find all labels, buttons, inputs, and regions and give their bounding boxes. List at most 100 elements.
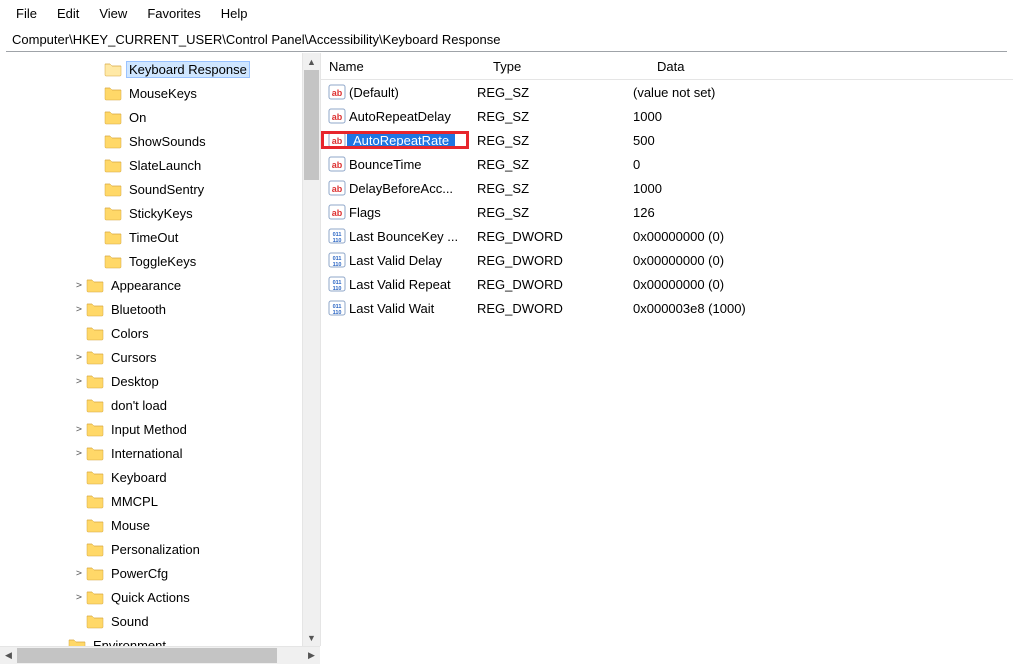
menu-help[interactable]: Help <box>211 4 258 23</box>
expand-icon[interactable]: > <box>72 280 86 291</box>
value-name-cell: 011110Last BounceKey ... <box>321 227 469 245</box>
tree-item[interactable]: >Input Method <box>0 417 302 441</box>
value-name-label: Last Valid Repeat <box>347 276 453 293</box>
folder-icon <box>104 109 122 125</box>
expand-icon[interactable]: > <box>72 352 86 363</box>
tree-item[interactable]: TimeOut <box>0 225 302 249</box>
value-row[interactable]: ab(Default)REG_SZ(value not set) <box>321 80 1013 104</box>
tree-vertical-scrollbar[interactable]: ▲ ▼ <box>302 53 320 646</box>
tree-item[interactable]: >Appearance <box>0 273 302 297</box>
svg-text:ab: ab <box>332 136 343 146</box>
value-name-label: (Default) <box>347 84 401 101</box>
value-name-cell: ab(Default) <box>321 83 469 101</box>
tree-item[interactable]: Keyboard Response <box>0 57 302 81</box>
tree-item[interactable]: SoundSentry <box>0 177 302 201</box>
tree-item[interactable]: Sound <box>0 609 302 633</box>
menu-file[interactable]: File <box>6 4 47 23</box>
reg-string-icon: ab <box>327 83 347 101</box>
menu-favorites[interactable]: Favorites <box>137 4 210 23</box>
scroll-thumb[interactable] <box>304 70 319 180</box>
value-type-cell: REG_SZ <box>469 181 625 196</box>
svg-text:ab: ab <box>332 208 343 218</box>
menu-edit[interactable]: Edit <box>47 4 89 23</box>
tree-item[interactable]: Keyboard <box>0 465 302 489</box>
scroll-right-arrow-icon[interactable]: ▶ <box>303 647 320 664</box>
tree-item[interactable]: ShowSounds <box>0 129 302 153</box>
tree-item[interactable]: Environment <box>0 633 302 646</box>
expand-icon[interactable]: > <box>72 448 86 459</box>
tree-item-label: Personalization <box>108 541 203 558</box>
tree-horizontal-scrollbar[interactable]: ◀ ▶ <box>0 646 320 664</box>
tree-item[interactable]: don't load <box>0 393 302 417</box>
tree-item-label: MouseKeys <box>126 85 200 102</box>
column-header-name[interactable]: Name <box>321 59 485 74</box>
value-row[interactable]: abFlagsREG_SZ126 <box>321 200 1013 224</box>
value-row[interactable]: abAutoRepeatDelayREG_SZ1000 <box>321 104 1013 128</box>
folder-icon <box>86 469 104 485</box>
value-data-cell: 0x00000000 (0) <box>625 277 1013 292</box>
value-data-cell: 0x000003e8 (1000) <box>625 301 1013 316</box>
tree-item-label: Mouse <box>108 517 153 534</box>
tree-item-label: ToggleKeys <box>126 253 199 270</box>
reg-dword-icon: 011110 <box>327 299 347 317</box>
folder-icon <box>86 277 104 293</box>
value-name-cell: abBounceTime <box>321 155 469 173</box>
svg-text:ab: ab <box>332 160 343 170</box>
value-row[interactable]: 011110Last Valid RepeatREG_DWORD0x000000… <box>321 272 1013 296</box>
folder-icon <box>86 421 104 437</box>
tree-item[interactable]: >PowerCfg <box>0 561 302 585</box>
folder-icon <box>104 85 122 101</box>
menu-view[interactable]: View <box>89 4 137 23</box>
value-row[interactable]: abDelayBeforeAcc...REG_SZ1000 <box>321 176 1013 200</box>
tree-item[interactable]: >Desktop <box>0 369 302 393</box>
list-header[interactable]: Name Type Data <box>321 53 1013 80</box>
expand-icon[interactable]: > <box>72 568 86 579</box>
tree-item[interactable]: >Cursors <box>0 345 302 369</box>
value-row[interactable]: abBounceTimeREG_SZ0 <box>321 152 1013 176</box>
tree-item[interactable]: MouseKeys <box>0 81 302 105</box>
tree-item[interactable]: StickyKeys <box>0 201 302 225</box>
address-bar[interactable]: Computer\HKEY_CURRENT_USER\Control Panel… <box>6 28 1007 52</box>
folder-icon <box>104 205 122 221</box>
tree-item[interactable]: Mouse <box>0 513 302 537</box>
value-name-cell: abDelayBeforeAcc... <box>321 179 469 197</box>
folder-icon <box>86 613 104 629</box>
tree-item-label: SoundSentry <box>126 181 207 198</box>
tree-item-label: TimeOut <box>126 229 181 246</box>
value-row[interactable]: 011110Last Valid DelayREG_DWORD0x0000000… <box>321 248 1013 272</box>
expand-icon[interactable]: > <box>72 424 86 435</box>
value-row[interactable]: 011110Last BounceKey ...REG_DWORD0x00000… <box>321 224 1013 248</box>
value-type-cell: REG_DWORD <box>469 277 625 292</box>
scroll-up-arrow-icon[interactable]: ▲ <box>303 53 320 70</box>
value-name-label: Last Valid Wait <box>347 300 436 317</box>
scroll-left-arrow-icon[interactable]: ◀ <box>0 647 17 664</box>
tree-item[interactable]: SlateLaunch <box>0 153 302 177</box>
tree-item[interactable]: Personalization <box>0 537 302 561</box>
folder-icon <box>86 349 104 365</box>
expand-icon[interactable]: > <box>72 304 86 315</box>
tree-item[interactable]: On <box>0 105 302 129</box>
scroll-down-arrow-icon[interactable]: ▼ <box>303 629 320 646</box>
tree-item[interactable]: >Bluetooth <box>0 297 302 321</box>
tree-item[interactable]: Colors <box>0 321 302 345</box>
expand-icon[interactable]: > <box>72 592 86 603</box>
folder-icon <box>86 373 104 389</box>
tree-item[interactable]: MMCPL <box>0 489 302 513</box>
tree-item[interactable]: >Quick Actions <box>0 585 302 609</box>
column-header-type[interactable]: Type <box>485 59 649 74</box>
value-row[interactable]: 011110Last Valid WaitREG_DWORD0x000003e8… <box>321 296 1013 320</box>
tree-item[interactable]: >International <box>0 441 302 465</box>
scroll-thumb[interactable] <box>17 648 277 663</box>
value-data-cell: 126 <box>625 205 1013 220</box>
expand-icon[interactable]: > <box>72 376 86 387</box>
column-header-data[interactable]: Data <box>649 59 1013 74</box>
tree-item-label: StickyKeys <box>126 205 196 222</box>
values-list[interactable]: ab(Default)REG_SZ(value not set)abAutoRe… <box>321 80 1013 646</box>
tree-item-label: Keyboard Response <box>126 61 250 78</box>
tree-item[interactable]: ToggleKeys <box>0 249 302 273</box>
folder-icon <box>104 253 122 269</box>
folder-icon <box>68 637 86 646</box>
value-row[interactable]: abAutoRepeatRateREG_SZ500 <box>321 128 1013 152</box>
registry-tree[interactable]: Keyboard Response MouseKeys OnShowSoundsSl… <box>0 53 302 646</box>
value-type-cell: REG_DWORD <box>469 253 625 268</box>
